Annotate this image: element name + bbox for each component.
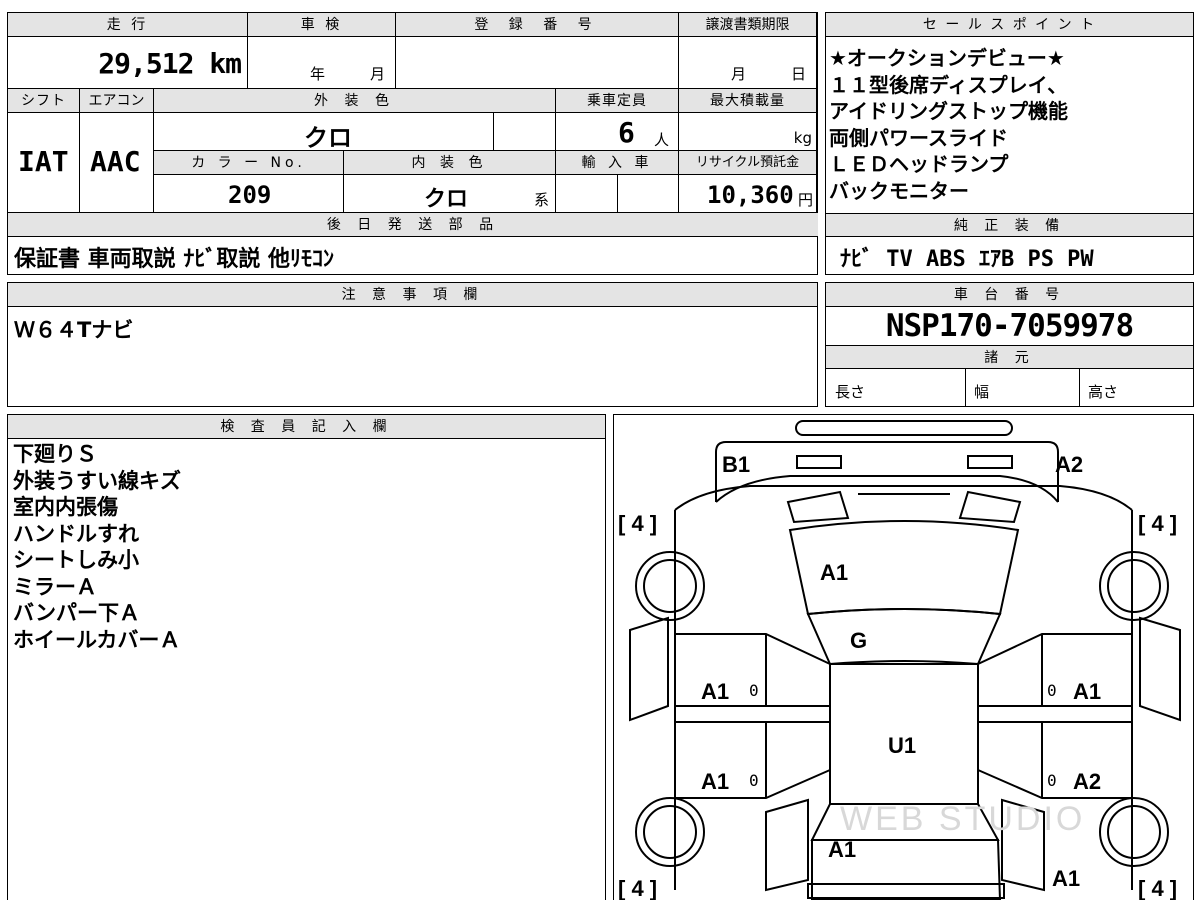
capacity-unit: 人 — [654, 131, 670, 149]
inspector-note: 下廻りＳ — [13, 442, 97, 466]
inspector-note: ハンドルすれ — [13, 521, 139, 546]
mark-rear-right-corner: A1 — [1052, 866, 1080, 891]
mark-front-left-corner: B1 — [722, 452, 750, 477]
transfer-deadline-label: 譲渡書類期限 — [679, 13, 817, 37]
max-load-label: 最大積載量 — [679, 89, 817, 113]
color-no-cell: 209 — [154, 175, 344, 213]
capacity-value: 6 — [618, 116, 635, 149]
mileage-cell: 29,512 km — [8, 37, 248, 89]
sales-points-label: セ ー ル ス ポ イ ン ト — [826, 13, 1193, 37]
interior-color-label: 内 装 色 — [344, 151, 556, 175]
width-label: 幅 — [974, 383, 990, 401]
transfer-day: 日 — [791, 65, 807, 83]
import-cell-a — [556, 175, 618, 213]
aircon-cell: AAC — [80, 113, 154, 213]
inspector-note: ミラーＡ — [13, 574, 97, 599]
door-zero-marker: 0 — [1047, 771, 1057, 790]
mark-front-right-door: A1 — [1073, 679, 1101, 704]
interior-color-suffix: 系 — [534, 191, 550, 209]
tire-rear-right-tread: [ 4 ] — [1138, 876, 1177, 900]
tire-front-left-tread: [ 4 ] — [618, 511, 657, 536]
import-label: 輸 入 車 — [556, 151, 679, 175]
sales-point-line: バックモニター — [829, 178, 969, 203]
mark-front-right-corner: A2 — [1055, 452, 1083, 477]
door-zero-marker: 0 — [1047, 681, 1057, 700]
genuine-equipment-value: ﾅﾋﾞ TV ABS ｴｱB PS PW — [840, 247, 1094, 272]
chassis-label: 車 台 番 号 — [826, 283, 1193, 307]
import-cell-b — [618, 175, 679, 213]
inspector-note: 室内内張傷 — [13, 495, 118, 519]
mark-rear-hatch: A1 — [828, 837, 856, 862]
door-zero-marker: 0 — [749, 681, 759, 700]
mark-windshield: G — [850, 628, 867, 653]
capacity-cell: 6 人 — [556, 113, 679, 151]
recycle-deposit-label: リサイクル預託金 — [679, 151, 817, 175]
inspection-cell: 年 月 — [248, 37, 396, 89]
recycle-deposit-value: 10,360 — [707, 181, 794, 209]
car-damage-diagram: [ 4 ] [ 4 ] [ 4 ] [ 4 ] B1 A2 A1 G A1 A1… — [618, 420, 1181, 900]
later-parts-value: 保証書 車両取説 ﾅﾋﾞ取説 他ﾘﾓｺﾝ — [14, 247, 334, 272]
watermark-text: WEB STUDIO — [840, 800, 1085, 838]
max-load-cell: kg — [679, 113, 817, 151]
mark-rear-left-door: A1 — [701, 769, 729, 794]
chassis-number: NSP170-7059978 — [885, 308, 1134, 344]
mark-rear-right-door: A2 — [1073, 769, 1101, 794]
mark-hood: A1 — [820, 560, 848, 585]
inspection-year: 年 — [310, 65, 326, 83]
shift-cell: IAT — [8, 113, 80, 213]
height-label: 高さ — [1088, 383, 1119, 401]
max-load-unit: kg — [793, 129, 812, 147]
registration-label: 登 録 番 号 — [396, 13, 679, 37]
genuine-equipment-label: 純 正 装 備 — [826, 213, 1193, 237]
inspector-note: 外装うすい線キズ — [13, 468, 181, 493]
transfer-deadline-cell: 月 日 — [679, 37, 817, 89]
mark-roof: U1 — [888, 733, 916, 758]
tire-rear-left-tread: [ 4 ] — [618, 876, 657, 900]
inspector-note: シートしみ小 — [13, 548, 139, 572]
transfer-month: 月 — [731, 65, 747, 83]
shift-label: シフト — [8, 89, 80, 113]
exterior-color-label: 外 装 色 — [154, 89, 556, 113]
sales-point-line: 両側パワースライド — [829, 125, 1008, 150]
sales-point-line: ★オークションデビュー★ — [829, 46, 1065, 70]
mileage-label: 走 行 — [8, 13, 248, 37]
mileage-value: 29,512 km — [98, 47, 242, 80]
inspector-note: バンパー下Ａ — [13, 601, 141, 625]
specs-divider — [1079, 369, 1080, 406]
mark-front-left-door: A1 — [701, 679, 729, 704]
color-no-label: カ ラ ー No. — [154, 151, 344, 175]
inspector-note: ホイールカバーＡ — [13, 627, 181, 652]
specs-divider — [965, 369, 966, 406]
exterior-color-code-cell — [494, 113, 556, 151]
recycle-deposit-cell: 10,360 円 — [679, 175, 817, 213]
tire-front-right-tread: [ 4 ] — [1138, 511, 1177, 536]
inspection-month: 月 — [370, 65, 386, 83]
inspector-notes-list: 下廻りＳ 外装うすい線キズ 室内内張傷 ハンドルすれ シートしみ小 ミラーＡ バ… — [13, 441, 181, 653]
sales-point-line: ＬＥＤヘッドランプ — [829, 152, 1009, 176]
later-parts-label: 後 日 発 送 部 品 — [8, 213, 818, 237]
inspection-label: 車 検 — [248, 13, 396, 37]
aircon-value: AAC — [90, 145, 141, 178]
shift-value: IAT — [18, 145, 69, 178]
sales-point-line: アイドリングストップ機能 — [829, 99, 1068, 123]
capacity-label: 乗車定員 — [556, 89, 679, 113]
length-label: 長さ — [835, 383, 866, 401]
interior-color-value: クロ — [424, 187, 469, 212]
color-no-value: 209 — [228, 181, 272, 209]
recycle-deposit-unit: 円 — [797, 191, 813, 209]
registration-cell — [396, 37, 679, 89]
specs-label: 諸 元 — [826, 345, 1193, 369]
exterior-color-cell: クロ — [154, 113, 494, 152]
exterior-color-value: クロ — [304, 124, 352, 152]
sales-points-list: ★オークションデビュー★ １１型後席ディスプレイ、 アイドリングストップ機能 両… — [829, 45, 1191, 204]
notes-value: Ｗ６４Tナビ — [14, 318, 134, 342]
sales-point-line: １１型後席ディスプレイ、 — [829, 72, 1068, 97]
aircon-label: エアコン — [80, 89, 154, 113]
interior-color-cell: クロ 系 — [344, 175, 556, 213]
inspector-label: 検 査 員 記 入 欄 — [8, 415, 605, 439]
door-zero-marker: 0 — [749, 771, 759, 790]
notes-label: 注 意 事 項 欄 — [8, 283, 817, 307]
